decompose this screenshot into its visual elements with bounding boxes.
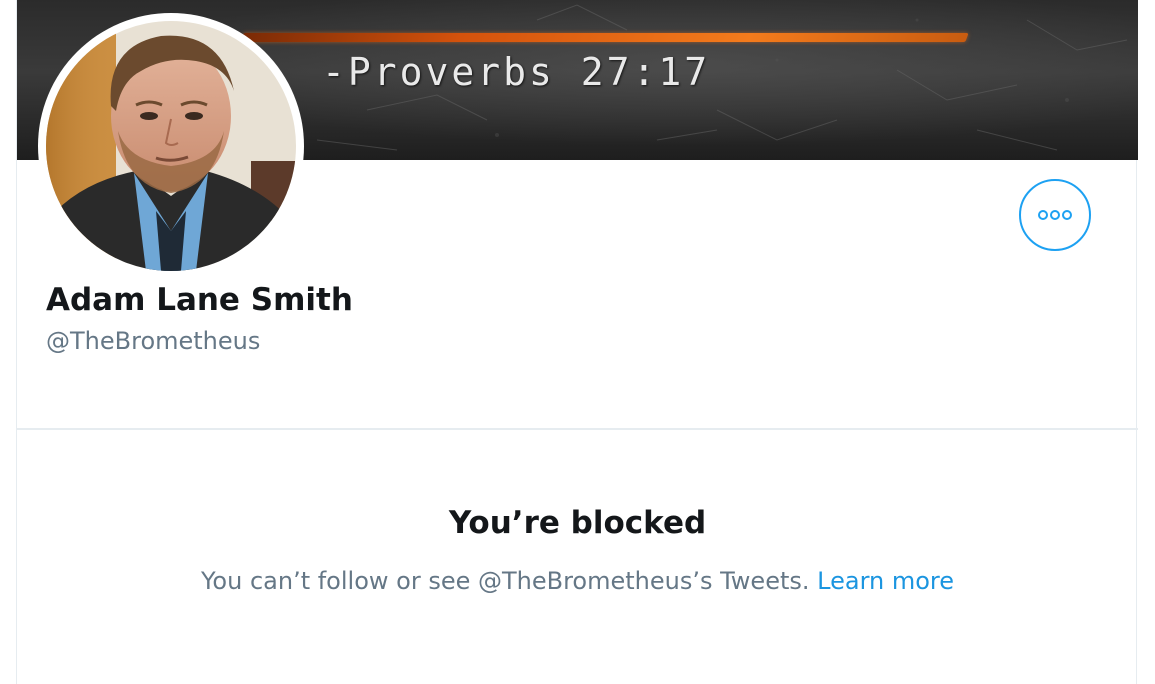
blocked-message-text: You can’t follow or see @TheBrometheus’s… xyxy=(200,567,810,595)
avatar-photo xyxy=(46,21,296,271)
profile-handle: @TheBrometheus xyxy=(46,327,261,355)
banner-quote: -Proverbs 27:17 xyxy=(322,50,711,94)
more-options-button[interactable] xyxy=(1019,179,1091,251)
blocked-message-line: You can’t follow or see @TheBrometheus’s… xyxy=(17,567,1138,595)
avatar-portrait-image xyxy=(46,21,296,271)
profile-column: -Proverbs 27:17 Adam Lane Smith @TheBrom… xyxy=(16,0,1138,684)
profile-page: -Proverbs 27:17 Adam Lane Smith @TheBrom… xyxy=(0,0,1155,684)
more-horizontal-icon xyxy=(1038,210,1072,220)
section-divider xyxy=(17,428,1138,430)
blocked-title: You’re blocked xyxy=(448,505,707,541)
learn-more-link[interactable]: Learn more xyxy=(817,567,954,595)
avatar[interactable] xyxy=(38,13,304,279)
profile-display-name: Adam Lane Smith xyxy=(46,282,353,318)
banner-orange-stripe xyxy=(240,33,969,42)
